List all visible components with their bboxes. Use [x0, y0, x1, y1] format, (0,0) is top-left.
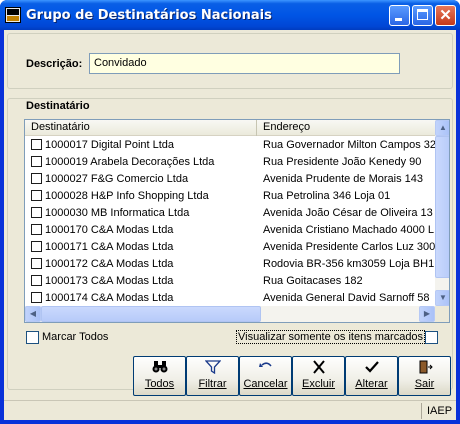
cell-endereco: Avenida Cristiano Machado 4000 L	[263, 224, 435, 236]
alterar-label: Alterar	[355, 378, 388, 390]
table-row[interactable]: 1000174 C&A Modas Ltda Avenida General D…	[25, 290, 435, 307]
destinatario-grid[interactable]: Destinatário Endereço 1000017 Digital Po…	[24, 119, 450, 323]
checkmark-icon	[346, 360, 397, 376]
descricao-input[interactable]: Convidado	[89, 53, 400, 74]
table-row[interactable]: 1000171 C&A Modas Ltda Avenida President…	[25, 239, 435, 256]
table-row[interactable]: 1000170 C&A Modas Ltda Avenida Cristiano…	[25, 222, 435, 239]
row-checkbox[interactable]	[31, 156, 42, 167]
row-checkbox[interactable]	[31, 292, 42, 303]
column-header-endereco[interactable]: Endereço	[257, 120, 435, 136]
exit-door-icon	[399, 360, 450, 376]
row-checkbox[interactable]	[31, 173, 42, 184]
cell-endereco: Avenida Presidente Carlos Luz 300	[263, 241, 435, 253]
table-row[interactable]: 1000172 C&A Modas Ltda Rodovia BR-356 km…	[25, 256, 435, 273]
destinatario-group-title: Destinatário	[24, 100, 92, 112]
cell-destinatario: 1000170 C&A Modas Ltda	[45, 224, 174, 236]
table-row[interactable]: 1000017 Digital Point Ltda Rua Governado…	[25, 137, 435, 154]
vertical-scroll-thumb[interactable]	[435, 136, 449, 278]
grid-header: Destinatário Endereço	[25, 120, 435, 136]
sair-label: Sair	[414, 378, 435, 390]
minimize-icon	[395, 18, 402, 21]
marcar-todos-checkbox[interactable]	[26, 331, 39, 344]
status-panel-text: IAEP	[421, 403, 454, 419]
row-checkbox[interactable]	[31, 224, 42, 235]
minimize-button[interactable]	[389, 5, 410, 26]
application-window: Grupo de Destinatários Nacionais ✕ Descr…	[0, 0, 460, 424]
action-toolbar: Todos Filtrar Cancelar Excluir Alterar S…	[133, 356, 451, 396]
title-bar[interactable]: Grupo de Destinatários Nacionais ✕	[0, 0, 460, 30]
cell-endereco: Rua Governador Milton Campos 32	[263, 139, 435, 151]
close-button[interactable]: ✕	[435, 5, 456, 26]
status-bar: IAEP	[4, 400, 456, 420]
horizontal-scrollbar[interactable]: ◀ ▶	[25, 306, 435, 322]
todos-label: Todos	[144, 378, 175, 390]
cell-destinatario: 1000030 MB Informatica Ltda	[45, 207, 190, 219]
excluir-button[interactable]: Excluir	[292, 356, 345, 396]
row-checkbox[interactable]	[31, 258, 42, 269]
descricao-label: Descrição:	[26, 58, 83, 70]
filtrar-label: Filtrar	[198, 378, 227, 390]
scroll-up-icon[interactable]: ▲	[435, 120, 449, 136]
cell-endereco: Rua Goitacases 182	[263, 275, 363, 287]
window-title: Grupo de Destinatários Nacionais	[26, 8, 272, 23]
table-row[interactable]: 1000030 MB Informatica Ltda Avenida João…	[25, 205, 435, 222]
table-row[interactable]: 1000028 H&P Info Shopping Ltda Rua Petro…	[25, 188, 435, 205]
cell-endereco: Avenida João César de Oliveira 13	[263, 207, 433, 219]
row-checkbox[interactable]	[31, 241, 42, 252]
horizontal-scroll-thumb[interactable]	[41, 306, 261, 322]
cell-destinatario: 1000019 Arabela Decorações Ltda	[45, 156, 215, 168]
cell-endereco: Avenida Prudente de Morais 143	[263, 173, 424, 185]
excluir-label: Excluir	[301, 378, 335, 390]
row-checkbox[interactable]	[31, 275, 42, 286]
marcar-todos-label[interactable]: Marcar Todos	[42, 331, 108, 343]
destinatario-groupbox: Destinatário Destinatário Endereço 10000…	[7, 98, 453, 390]
cell-endereco: Rodovia BR-356 km3059 Loja BH1	[263, 258, 435, 270]
scroll-down-icon[interactable]: ▼	[435, 290, 449, 306]
close-icon: ✕	[439, 7, 452, 24]
cancelar-button[interactable]: Cancelar	[239, 356, 292, 396]
grid-rows: 1000017 Digital Point Ltda Rua Governado…	[25, 137, 435, 307]
cell-destinatario: 1000173 C&A Modas Ltda	[45, 275, 174, 287]
filter-icon	[187, 360, 238, 376]
scroll-left-icon[interactable]: ◀	[25, 306, 41, 322]
cancelar-label: Cancelar	[243, 378, 288, 390]
sair-button[interactable]: Sair	[398, 356, 451, 396]
row-checkbox[interactable]	[31, 207, 42, 218]
row-checkbox[interactable]	[31, 139, 42, 150]
table-row[interactable]: 1000019 Arabela Decorações Ltda Rua Pres…	[25, 154, 435, 171]
cell-destinatario: 1000027 F&G Comercio Ltda	[45, 173, 189, 185]
column-header-destinatario[interactable]: Destinatário	[25, 120, 257, 136]
binoculars-icon	[134, 360, 185, 376]
cell-destinatario: 1000172 C&A Modas Ltda	[45, 258, 174, 270]
undo-icon	[240, 360, 291, 376]
vertical-scrollbar[interactable]: ▲ ▼	[435, 120, 449, 306]
cell-destinatario: 1000017 Digital Point Ltda	[45, 139, 175, 151]
filtrar-button[interactable]: Filtrar	[186, 356, 239, 396]
cell-endereco: Rua Petrolina 346 Loja 01	[263, 190, 391, 202]
alterar-button[interactable]: Alterar	[345, 356, 398, 396]
scrollbar-corner	[435, 306, 449, 322]
visualizar-marcados-checkbox[interactable]	[425, 331, 438, 344]
todos-button[interactable]: Todos	[133, 356, 186, 396]
delete-x-icon	[293, 360, 344, 376]
cell-destinatario: 1000174 C&A Modas Ltda	[45, 292, 174, 304]
visualizar-marcados-label[interactable]: Visualizar somente os itens marcados	[236, 330, 426, 344]
table-row[interactable]: 1000027 F&G Comercio Ltda Avenida Pruden…	[25, 171, 435, 188]
scroll-right-icon[interactable]: ▶	[419, 306, 435, 322]
cell-endereco: Avenida General David Sarnoff 58	[263, 292, 430, 304]
table-row[interactable]: 1000173 C&A Modas Ltda Rua Goitacases 18…	[25, 273, 435, 290]
maximize-icon	[417, 9, 428, 20]
app-icon[interactable]	[5, 7, 21, 23]
cell-endereco: Rua Presidente João Kenedy 90	[263, 156, 422, 168]
maximize-button[interactable]	[412, 5, 433, 26]
descricao-groupbox: Descrição: Convidado	[7, 33, 453, 89]
cell-destinatario: 1000171 C&A Modas Ltda	[45, 241, 174, 253]
row-checkbox[interactable]	[31, 190, 42, 201]
cell-destinatario: 1000028 H&P Info Shopping Ltda	[45, 190, 209, 202]
client-area: Descrição: Convidado Destinatário Destin…	[4, 30, 456, 420]
